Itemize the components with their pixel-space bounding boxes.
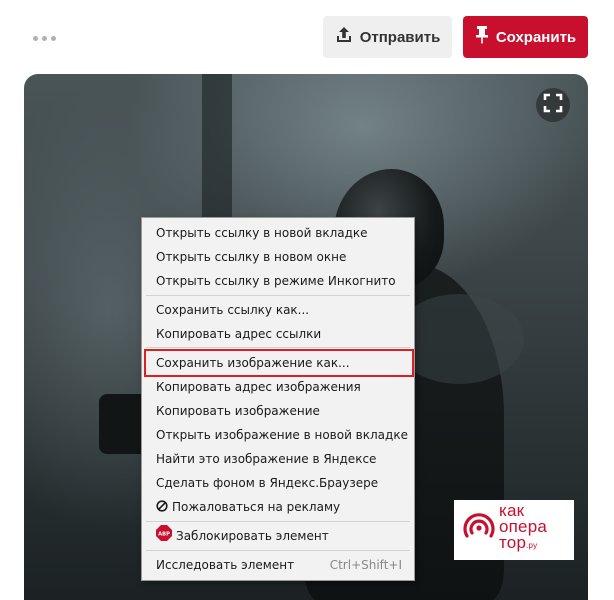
context-menu: Открыть ссылку в новой вкладке Открыть с… [141,217,415,581]
menu-item-label: Сохранить ссылку как... [156,303,310,317]
watermark-suffix: .ру [526,541,538,550]
menu-item-copy-link-address[interactable]: Копировать адрес ссылки [142,322,414,346]
menu-item-open-link-new-window[interactable]: Открыть ссылку в новом окне [142,245,414,269]
menu-item-open-image-new-tab[interactable]: Открыть изображение в новой вкладке [142,423,414,447]
more-dots-icon [32,35,38,41]
menu-item-shortcut: Ctrl+Shift+I [329,558,402,572]
send-button-label: Отправить [359,28,441,46]
menu-item-copy-image-address[interactable]: Копировать адрес изображения [142,375,414,399]
menu-item-label: Открыть ссылку в новом окне [156,250,347,264]
menu-item-report-ad[interactable]: Пожаловаться на рекламу [142,495,414,519]
menu-item-label: Открыть изображение в новой вкладке [156,428,408,442]
menu-item-search-image-yandex[interactable]: Найти это изображение в Яндексе [142,447,414,471]
watermark-line: тор [499,533,527,552]
menu-item-save-image-as[interactable]: Сохранить изображение как... [144,349,414,377]
adblock-icon-text: ABP [158,531,170,537]
menu-item-label: Сохранить изображение как... [156,356,350,370]
menu-item-label: Пожаловаться на рекламу [172,500,341,514]
pin-icon [475,25,489,49]
menu-item-label: Сделать фоном в Яндекс.Браузере [156,476,379,490]
menu-item-inspect-element[interactable]: Исследовать элемент Ctrl+Shift+I [142,553,414,577]
menu-item-open-link-incognito[interactable]: Открыть ссылку в режиме Инкогнито [142,269,414,293]
watermark-text: как опера тор.ру [499,502,547,554]
share-upload-icon [335,26,353,48]
more-options-button[interactable] [30,28,58,48]
menu-separator [146,347,410,348]
menu-item-label: Копировать изображение [156,404,320,418]
save-button-label: Сохранить [495,28,577,46]
menu-separator [146,295,410,296]
save-button[interactable]: Сохранить [463,16,588,58]
site-watermark-logo: как опера тор.ру [454,500,574,560]
menu-separator [146,550,410,551]
signal-logo-icon [461,510,497,550]
menu-item-open-link-new-tab[interactable]: Открыть ссылку в новой вкладке [142,221,414,245]
fullscreen-button[interactable] [536,88,570,122]
menu-item-set-as-background[interactable]: Сделать фоном в Яндекс.Браузере [142,471,414,495]
menu-item-label: Заблокировать элемент [176,529,329,543]
more-dots-icon [41,35,47,41]
menu-item-copy-image[interactable]: Копировать изображение [142,399,414,423]
menu-item-label: Открыть ссылку в новой вкладке [156,226,368,240]
menu-item-label: Исследовать элемент [156,558,295,572]
menu-item-label: Открыть ссылку в режиме Инкогнито [156,274,396,288]
menu-item-label: Найти это изображение в Яндексе [156,452,377,466]
more-dots-icon [50,35,56,41]
block-icon [156,496,168,520]
menu-separator [146,521,410,522]
menu-item-block-element[interactable]: ABP Заблокировать элемент [142,524,414,548]
send-button[interactable]: Отправить [323,16,452,58]
adblock-icon: ABP [156,524,172,549]
menu-item-save-link-as[interactable]: Сохранить ссылку как... [142,298,414,322]
fullscreen-expand-icon [543,93,563,117]
menu-item-label: Копировать адрес ссылки [156,327,322,341]
menu-item-label: Копировать адрес изображения [156,380,361,394]
